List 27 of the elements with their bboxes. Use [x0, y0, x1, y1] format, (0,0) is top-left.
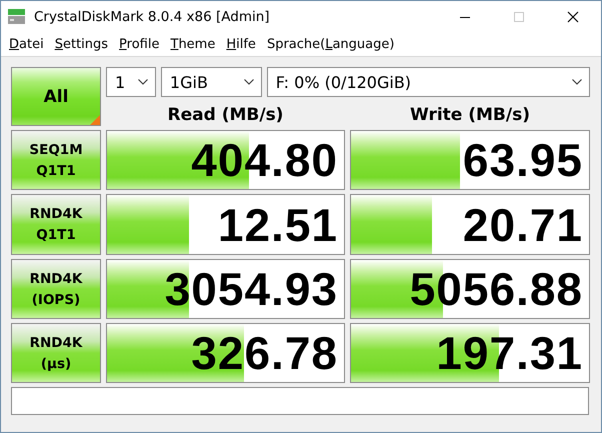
chevron-icon	[572, 79, 582, 85]
dropdown[interactable]: F: 0% (0/120GiB)	[266, 67, 590, 97]
window-title: CrystalDiskMark 8.0.4 x86 [Admin]	[34, 9, 270, 25]
menu-item[interactable]: Profile	[119, 37, 160, 52]
corner-icon	[90, 115, 100, 125]
app-icon	[8, 9, 25, 25]
maximize-icon	[513, 11, 525, 23]
dropdown[interactable]: 1	[106, 67, 156, 97]
result-value: 12.51	[218, 198, 339, 252]
close-icon[interactable]	[567, 11, 579, 23]
all-button[interactable]: All	[11, 67, 101, 126]
column-header: Read (MB/s)	[166, 104, 284, 126]
test-button[interactable]: RND4K (IOPS)	[11, 259, 101, 319]
column-header: Write (MB/s)	[409, 104, 531, 126]
menu-item[interactable]: Theme	[170, 37, 216, 52]
dropdown[interactable]: 1GiB	[160, 67, 262, 97]
menu-item[interactable]: Hilfe	[226, 37, 256, 52]
chevron-icon	[138, 79, 148, 85]
menu-item[interactable]: Settings	[54, 37, 108, 52]
test-button[interactable]: SEQ1M Q1T1	[11, 130, 101, 190]
result-value: 20.71	[462, 198, 584, 252]
test-button[interactable]: RND4K Q1T1	[11, 194, 101, 255]
menu-item[interactable]: Datei	[9, 37, 44, 52]
result-value: 63.95	[462, 133, 584, 187]
menu-item[interactable]: Sprache(Language)	[266, 37, 394, 52]
chevron-icon	[244, 79, 254, 85]
test-button[interactable]: RND4K (μs)	[11, 323, 101, 383]
